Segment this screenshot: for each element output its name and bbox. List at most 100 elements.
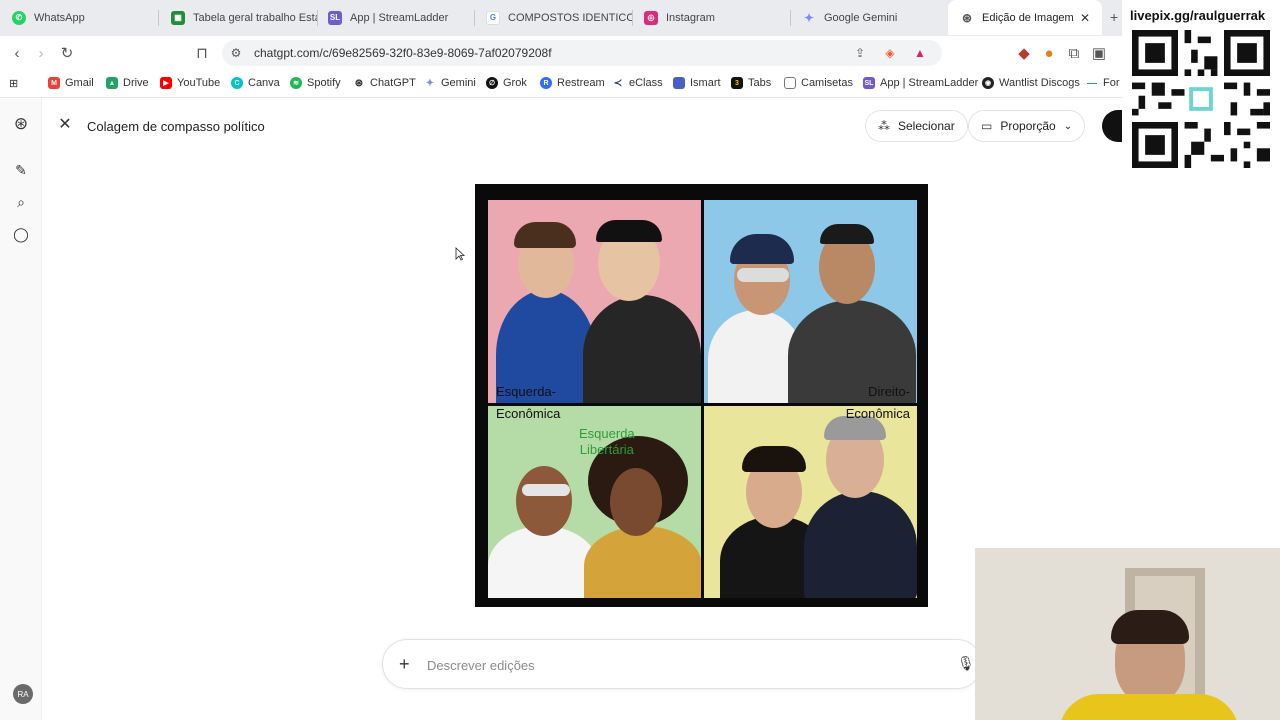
- ratio-dropdown[interactable]: ▭ Proporção ⌄: [968, 110, 1086, 142]
- bookmark-chatgpt[interactable]: ⊛ ChatGPT: [353, 77, 416, 89]
- share-icon[interactable]: ⇪: [852, 45, 868, 61]
- new-tab-button[interactable]: +: [1110, 9, 1118, 25]
- drive-icon: ▲: [106, 77, 118, 89]
- browser-toolbar: ‹ › ↻ ⊓ ⚙ chatgpt.com/c/69e82569-32f0-83…: [0, 36, 1280, 70]
- canva-icon: C: [231, 77, 243, 89]
- bookmark-icon[interactable]: ⊓: [193, 44, 211, 62]
- person-head: [516, 466, 572, 536]
- person-head: [610, 468, 662, 536]
- extension-fire-icon[interactable]: ●: [1040, 44, 1058, 62]
- bookmark-camisetas[interactable]: Camisetas: [784, 77, 853, 89]
- sunglasses-icon: [522, 484, 570, 496]
- reload-icon[interactable]: ↻: [58, 44, 76, 62]
- bookmark-gemini[interactable]: ✦ Gemini: [424, 77, 476, 89]
- person-hair: [742, 446, 806, 472]
- tab-label: WhatsApp: [34, 11, 85, 24]
- left-label-line1: Esquerda-: [496, 384, 556, 399]
- avatar[interactable]: RA: [13, 684, 33, 704]
- person-hair: [596, 220, 662, 242]
- chevron-down-icon: ⌄: [1063, 120, 1073, 132]
- bookmark-canva[interactable]: C Canva: [231, 77, 280, 89]
- bookmark-label: Gemini: [441, 77, 476, 89]
- apps-grid-icon[interactable]: ⊞: [9, 77, 18, 90]
- person-hair: [514, 222, 576, 248]
- browser-tab-strip: ✆ WhatsApp ▦ Tabela geral trabalho Esta …: [0, 0, 1280, 36]
- bookmark-streamladder[interactable]: SL App | StreamLadder: [863, 77, 978, 89]
- webcam-overlay: [975, 548, 1280, 720]
- tab-tabela[interactable]: ▦ Tabela geral trabalho Esta: [159, 0, 317, 35]
- extension-shield-icon[interactable]: ◆: [1015, 44, 1033, 62]
- webcam-person-shirt: [1059, 694, 1239, 720]
- right-label-line2: Econômica: [845, 406, 910, 421]
- right-axis-label: Direito- Econômica: [846, 381, 910, 425]
- tab-compostos[interactable]: G COMPOSTOS IDENTICOS: [474, 0, 632, 35]
- bookmark-label: Gmail: [65, 77, 94, 89]
- close-icon[interactable]: ✕: [58, 116, 72, 133]
- sunglasses-icon: [737, 268, 789, 282]
- bookmark-for[interactable]: — For: [1086, 77, 1120, 89]
- tab-whatsapp[interactable]: ✆ WhatsApp: [0, 0, 158, 35]
- bookmark-label: Wantlist Discogs: [999, 77, 1080, 89]
- tab-label: App | StreamLadder: [350, 11, 449, 24]
- forms-icon: —: [1086, 77, 1098, 89]
- bookmark-label: eClass: [629, 77, 663, 89]
- microphone-icon[interactable]: 🎙: [957, 655, 975, 672]
- extensions-puzzle-icon[interactable]: ⧉: [1065, 44, 1083, 62]
- tab-streamladder[interactable]: SL App | StreamLadder: [316, 0, 474, 35]
- tab-label: Instagram: [666, 11, 715, 24]
- webcam-person-hair: [1111, 610, 1189, 644]
- editor-header: ✕ Colagem de compasso político ⁂ Selecio…: [42, 99, 1280, 153]
- person-figure: [583, 295, 701, 404]
- bookmark-discogs[interactable]: ◉ Wantlist Discogs: [982, 77, 1080, 89]
- tab-gemini[interactable]: ✦ Google Gemini: [790, 0, 948, 35]
- add-attachment-icon[interactable]: +: [399, 654, 410, 675]
- qr-code-icon: [1132, 30, 1270, 168]
- back-icon[interactable]: ‹: [8, 44, 26, 62]
- ratio-label: Proporção: [1000, 119, 1056, 133]
- person-figure: [584, 526, 702, 598]
- gemini-icon: ✦: [803, 10, 815, 25]
- bookmark-restream[interactable]: R Restream: [540, 77, 605, 89]
- describe-edits-input[interactable]: [427, 654, 927, 676]
- bookmark-spotify[interactable]: ≋ Spotify: [290, 77, 341, 89]
- instagram-icon: ◎: [644, 10, 658, 25]
- brave-shield-icon[interactable]: ◈: [882, 45, 898, 61]
- new-chat-icon[interactable]: ✎: [12, 161, 30, 179]
- libertarian-left-label: Esquerda Libertária: [579, 426, 635, 458]
- mouse-cursor-icon: [455, 247, 465, 261]
- tab-edicao-imagem[interactable]: ⊛ Edição de Imagem ✕: [948, 0, 1102, 35]
- close-tab-icon[interactable]: ✕: [1080, 11, 1090, 25]
- sheets-icon: ▦: [171, 10, 185, 25]
- person-figure: [488, 526, 598, 598]
- site-settings-icon[interactable]: ⚙: [228, 45, 244, 61]
- tab-label: Edição de Imagem: [982, 11, 1074, 24]
- tab-label: Google Gemini: [824, 11, 898, 24]
- grok-icon: ∅: [486, 77, 498, 89]
- brave-rewards-icon[interactable]: ▲: [912, 45, 928, 61]
- bookmark-label: Restream: [557, 77, 605, 89]
- political-compass-image[interactable]: Esquerda- Econômica Direito- Econômica E…: [475, 184, 928, 607]
- bookmark-drive[interactable]: ▲ Drive: [106, 77, 149, 89]
- left-label-line2: Econômica: [496, 406, 561, 421]
- bookmark-eclass[interactable]: ≺ eClass: [612, 77, 663, 89]
- chatgpt-icon: ⊛: [353, 77, 365, 89]
- bookmark-grok[interactable]: ∅ Grok: [486, 77, 527, 89]
- tab-instagram[interactable]: ◎ Instagram: [632, 0, 790, 35]
- address-bar[interactable]: ⚙ chatgpt.com/c/69e82569-32f0-83e9-8069-…: [222, 40, 942, 66]
- bookmark-ismart[interactable]: Ismart: [673, 77, 721, 89]
- forward-icon[interactable]: ›: [32, 44, 50, 62]
- openai-logo-icon[interactable]: ⊛: [12, 114, 30, 133]
- search-icon[interactable]: ⌕: [12, 193, 30, 211]
- restream-icon: R: [540, 77, 552, 89]
- side-panel-icon[interactable]: ▣: [1090, 44, 1108, 62]
- quadrant-top-left: [488, 200, 702, 404]
- bookmark-label: Drive: [123, 77, 149, 89]
- bookmark-label: App | StreamLadder: [880, 77, 979, 89]
- select-button[interactable]: ⁂ Selecionar: [865, 110, 968, 142]
- bookmark-youtube[interactable]: ▶ YouTube: [160, 77, 220, 89]
- bookmark-gmail[interactable]: M Gmail: [48, 77, 94, 89]
- stream-qr-overlay: livepix.gg/raulguerrak: [1122, 0, 1280, 176]
- bookmark-tabs[interactable]: 3 Tabs: [731, 77, 771, 89]
- green-label-line1: Esquerda: [579, 426, 635, 441]
- chat-bubble-icon[interactable]: ◯: [12, 225, 30, 243]
